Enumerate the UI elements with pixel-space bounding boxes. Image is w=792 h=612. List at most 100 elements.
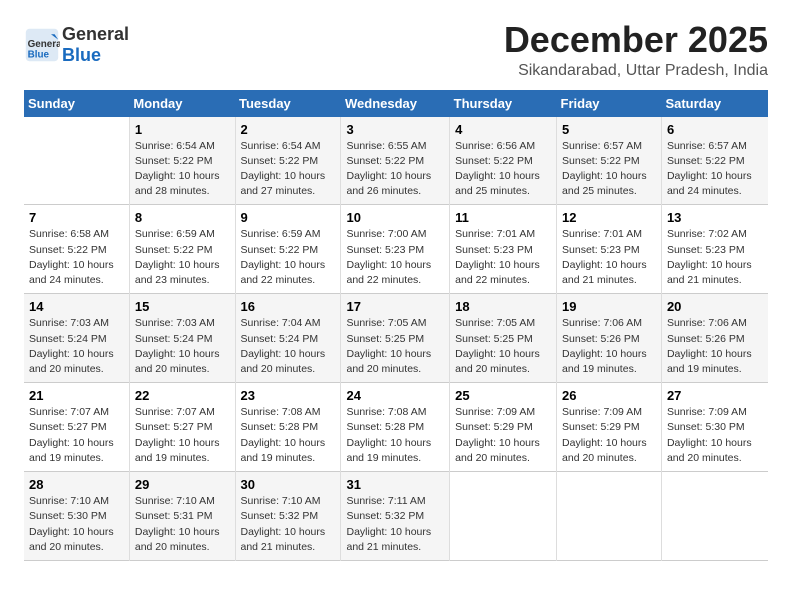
- calendar-cell: 12 Sunrise: 7:01 AM Sunset: 5:23 PM Dayli…: [557, 205, 662, 294]
- day-number: 19: [562, 299, 656, 314]
- calendar-cell: 26 Sunrise: 7:09 AM Sunset: 5:29 PM Dayli…: [557, 383, 662, 472]
- day-number: 15: [135, 299, 230, 314]
- calendar-cell: 11Sunrise: 7:01 AM Sunset: 5:23 PM Dayli…: [450, 205, 557, 294]
- day-number: 26: [562, 388, 656, 403]
- day-number: 16: [241, 299, 336, 314]
- location-title: Sikandarabad, Uttar Pradesh, India: [504, 62, 768, 80]
- day-number: 24: [346, 388, 444, 403]
- day-info: Sunrise: 7:10 AM Sunset: 5:31 PM Dayligh…: [135, 494, 230, 555]
- day-info: Sunrise: 7:08 AM Sunset: 5:28 PM Dayligh…: [346, 405, 444, 466]
- day-info: Sunrise: 7:08 AM Sunset: 5:28 PM Dayligh…: [241, 405, 336, 466]
- day-number: 14: [29, 299, 124, 314]
- day-info: Sunrise: 7:05 AM Sunset: 5:25 PM Dayligh…: [455, 316, 551, 377]
- day-number: 2: [241, 122, 336, 137]
- calendar-cell: 25 Sunrise: 7:09 AM Sunset: 5:29 PM Dayli…: [450, 383, 557, 472]
- calendar-cell: 15 Sunrise: 7:03 AM Sunset: 5:24 PM Dayli…: [129, 294, 235, 383]
- day-info: Sunrise: 7:03 AM Sunset: 5:24 PM Dayligh…: [29, 316, 124, 377]
- day-info: Sunrise: 6:56 AM Sunset: 5:22 PM Dayligh…: [455, 139, 551, 200]
- calendar-cell: 9Sunrise: 6:59 AM Sunset: 5:22 PM Daylig…: [235, 205, 341, 294]
- day-number: 30: [241, 477, 336, 492]
- calendar-cell: 5Sunrise: 6:57 AM Sunset: 5:22 PM Daylig…: [557, 117, 662, 205]
- day-info: Sunrise: 7:05 AM Sunset: 5:25 PM Dayligh…: [346, 316, 444, 377]
- day-number: 6: [667, 122, 763, 137]
- col-header-tuesday: Tuesday: [235, 90, 341, 117]
- calendar-cell: 27Sunrise: 7:09 AM Sunset: 5:30 PM Dayli…: [661, 383, 768, 472]
- day-info: Sunrise: 7:01 AM Sunset: 5:23 PM Dayligh…: [455, 227, 551, 288]
- calendar-cell: 28 Sunrise: 7:10 AM Sunset: 5:30 PM Dayli…: [24, 472, 129, 561]
- day-info: Sunrise: 6:54 AM Sunset: 5:22 PM Dayligh…: [241, 139, 336, 200]
- week-row-1: 1Sunrise: 6:54 AM Sunset: 5:22 PM Daylig…: [24, 117, 768, 205]
- day-number: 8: [135, 210, 230, 225]
- calendar-cell: 3Sunrise: 6:55 AM Sunset: 5:22 PM Daylig…: [341, 117, 450, 205]
- calendar-cell: 18 Sunrise: 7:05 AM Sunset: 5:25 PM Dayli…: [450, 294, 557, 383]
- title-block: December 2025 Sikandarabad, Uttar Prades…: [504, 20, 768, 80]
- day-number: 23: [241, 388, 336, 403]
- day-number: 20: [667, 299, 763, 314]
- calendar-cell: 6 Sunrise: 6:57 AM Sunset: 5:22 PM Daylig…: [661, 117, 768, 205]
- calendar-cell: 16 Sunrise: 7:04 AM Sunset: 5:24 PM Dayli…: [235, 294, 341, 383]
- day-info: Sunrise: 7:03 AM Sunset: 5:24 PM Dayligh…: [135, 316, 230, 377]
- day-number: 28: [29, 477, 124, 492]
- calendar-cell: 4 Sunrise: 6:56 AM Sunset: 5:22 PM Daylig…: [450, 117, 557, 205]
- day-number: 21: [29, 388, 124, 403]
- col-header-saturday: Saturday: [661, 90, 768, 117]
- calendar-header-row: SundayMondayTuesdayWednesdayThursdayFrid…: [24, 90, 768, 117]
- calendar-cell: [24, 117, 129, 205]
- calendar-cell: 21Sunrise: 7:07 AM Sunset: 5:27 PM Dayli…: [24, 383, 129, 472]
- calendar-cell: 29 Sunrise: 7:10 AM Sunset: 5:31 PM Dayli…: [129, 472, 235, 561]
- day-info: Sunrise: 7:09 AM Sunset: 5:30 PM Dayligh…: [667, 405, 763, 466]
- calendar-cell: 14 Sunrise: 7:03 AM Sunset: 5:24 PM Dayli…: [24, 294, 129, 383]
- day-number: 3: [346, 122, 444, 137]
- day-info: Sunrise: 7:10 AM Sunset: 5:30 PM Dayligh…: [29, 494, 124, 555]
- day-number: 29: [135, 477, 230, 492]
- svg-text:General: General: [28, 39, 60, 50]
- col-header-wednesday: Wednesday: [341, 90, 450, 117]
- day-info: Sunrise: 7:00 AM Sunset: 5:23 PM Dayligh…: [346, 227, 444, 288]
- day-number: 22: [135, 388, 230, 403]
- calendar-cell: 31Sunrise: 7:11 AM Sunset: 5:32 PM Dayli…: [341, 472, 450, 561]
- calendar-cell: 7 Sunrise: 6:58 AM Sunset: 5:22 PM Daylig…: [24, 205, 129, 294]
- calendar-cell: [661, 472, 768, 561]
- calendar-cell: 2 Sunrise: 6:54 AM Sunset: 5:22 PM Daylig…: [235, 117, 341, 205]
- day-info: Sunrise: 6:58 AM Sunset: 5:22 PM Dayligh…: [29, 227, 124, 288]
- day-number: 4: [455, 122, 551, 137]
- day-info: Sunrise: 7:10 AM Sunset: 5:32 PM Dayligh…: [241, 494, 336, 555]
- day-number: 5: [562, 122, 656, 137]
- day-number: 18: [455, 299, 551, 314]
- month-title: December 2025: [504, 20, 768, 60]
- day-info: Sunrise: 6:57 AM Sunset: 5:22 PM Dayligh…: [667, 139, 763, 200]
- calendar-cell: 17 Sunrise: 7:05 AM Sunset: 5:25 PM Dayli…: [341, 294, 450, 383]
- day-number: 12: [562, 210, 656, 225]
- calendar-table: SundayMondayTuesdayWednesdayThursdayFrid…: [24, 90, 768, 561]
- page-header: General Blue General Blue December 2025 …: [24, 20, 768, 80]
- week-row-2: 7 Sunrise: 6:58 AM Sunset: 5:22 PM Daylig…: [24, 205, 768, 294]
- calendar-cell: 19Sunrise: 7:06 AM Sunset: 5:26 PM Dayli…: [557, 294, 662, 383]
- day-info: Sunrise: 6:59 AM Sunset: 5:22 PM Dayligh…: [241, 227, 336, 288]
- day-info: Sunrise: 6:59 AM Sunset: 5:22 PM Dayligh…: [135, 227, 230, 288]
- col-header-sunday: Sunday: [24, 90, 129, 117]
- calendar-cell: 13Sunrise: 7:02 AM Sunset: 5:23 PM Dayli…: [661, 205, 768, 294]
- day-info: Sunrise: 7:09 AM Sunset: 5:29 PM Dayligh…: [455, 405, 551, 466]
- day-info: Sunrise: 6:54 AM Sunset: 5:22 PM Dayligh…: [135, 139, 230, 200]
- calendar-cell: [450, 472, 557, 561]
- day-info: Sunrise: 7:09 AM Sunset: 5:29 PM Dayligh…: [562, 405, 656, 466]
- day-number: 7: [29, 210, 124, 225]
- calendar-cell: 8 Sunrise: 6:59 AM Sunset: 5:22 PM Daylig…: [129, 205, 235, 294]
- week-row-5: 28 Sunrise: 7:10 AM Sunset: 5:30 PM Dayli…: [24, 472, 768, 561]
- day-number: 13: [667, 210, 763, 225]
- logo: General Blue General Blue: [24, 24, 129, 66]
- day-info: Sunrise: 7:06 AM Sunset: 5:26 PM Dayligh…: [667, 316, 763, 377]
- calendar-cell: 24 Sunrise: 7:08 AM Sunset: 5:28 PM Dayli…: [341, 383, 450, 472]
- calendar-cell: 22 Sunrise: 7:07 AM Sunset: 5:27 PM Dayli…: [129, 383, 235, 472]
- day-number: 25: [455, 388, 551, 403]
- logo-blue-text: Blue: [62, 45, 101, 65]
- day-number: 10: [346, 210, 444, 225]
- calendar-cell: [557, 472, 662, 561]
- logo-icon: General Blue: [24, 27, 60, 63]
- day-number: 17: [346, 299, 444, 314]
- day-info: Sunrise: 7:07 AM Sunset: 5:27 PM Dayligh…: [135, 405, 230, 466]
- calendar-cell: 1Sunrise: 6:54 AM Sunset: 5:22 PM Daylig…: [129, 117, 235, 205]
- day-info: Sunrise: 7:01 AM Sunset: 5:23 PM Dayligh…: [562, 227, 656, 288]
- day-info: Sunrise: 7:04 AM Sunset: 5:24 PM Dayligh…: [241, 316, 336, 377]
- svg-text:Blue: Blue: [28, 50, 50, 61]
